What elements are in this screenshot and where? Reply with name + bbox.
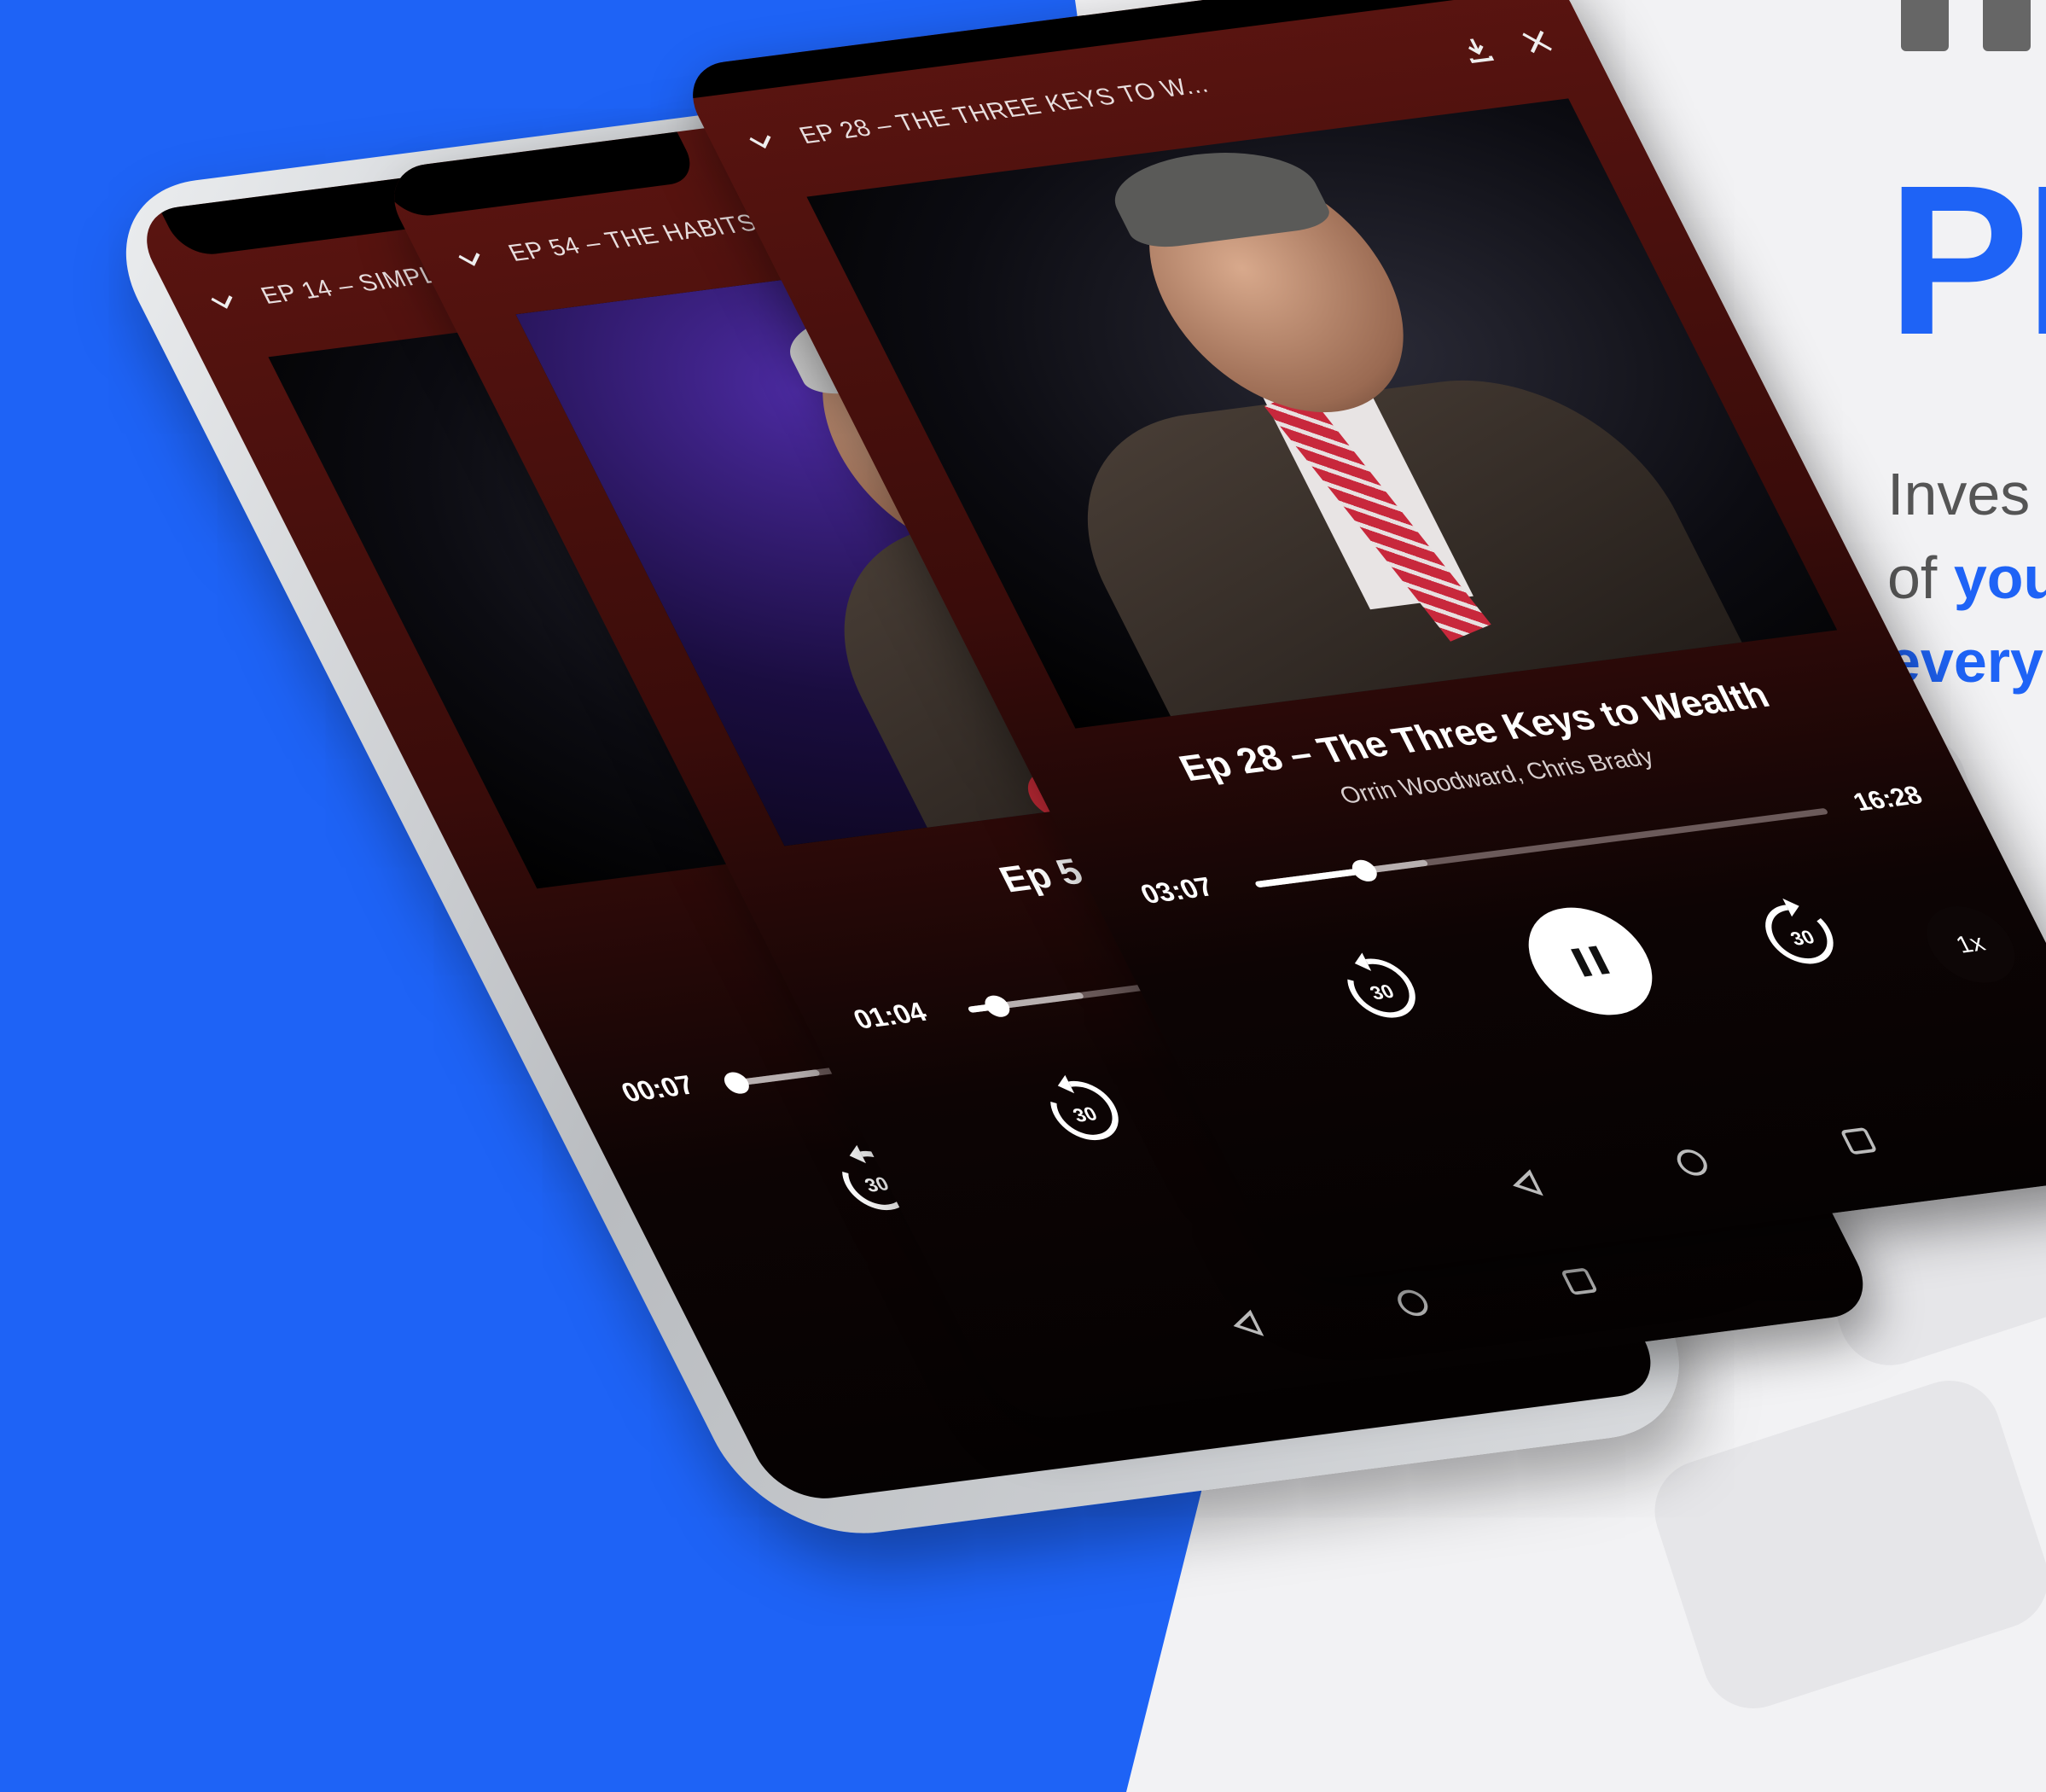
nav-home-icon[interactable] xyxy=(1669,1145,1716,1179)
progress-fill xyxy=(1254,867,1366,888)
seek-thumb[interactable] xyxy=(720,1070,753,1096)
episode-artwork xyxy=(806,98,1838,729)
chevron-down-icon[interactable] xyxy=(738,125,785,159)
chevron-down-icon[interactable] xyxy=(447,242,494,276)
forward-30-icon: 30 xyxy=(1765,898,1834,964)
pause-button[interactable] xyxy=(1508,900,1673,1022)
duration-time: 16:28 xyxy=(1848,780,1927,817)
progress-track[interactable] xyxy=(1254,807,1829,888)
svg-text:30: 30 xyxy=(1787,926,1818,949)
pause-icon xyxy=(1571,945,1610,977)
svg-text:30: 30 xyxy=(1069,1103,1101,1126)
chevron-down-icon[interactable] xyxy=(200,285,247,319)
elapsed-time: 01:04 xyxy=(848,997,933,1035)
replay-30-icon: 30 xyxy=(1050,1074,1119,1141)
replay-30-icon: 30 xyxy=(1347,952,1415,1018)
elapsed-time: 00:07 xyxy=(616,1070,700,1108)
replay-30-button[interactable]: 30 xyxy=(1019,1063,1148,1158)
svg-text:30: 30 xyxy=(1366,980,1398,1004)
seek-thumb[interactable] xyxy=(1347,858,1381,883)
download-icon[interactable] xyxy=(1450,30,1503,69)
nav-recents-icon[interactable] xyxy=(1835,1124,1882,1158)
nav-back-icon[interactable] xyxy=(1223,1307,1270,1341)
playback-speed-button[interactable]: 1x xyxy=(1911,901,2030,988)
elapsed-time: 03:07 xyxy=(1135,871,1219,911)
seek-thumb[interactable] xyxy=(980,994,1014,1019)
close-icon[interactable] xyxy=(1510,22,1564,61)
android-navbar xyxy=(1239,1072,2046,1253)
phones-scene: EP 14 – SIMPLI Ep 14 – Si Orrin Woodv 00… xyxy=(0,0,2046,1792)
forward-30-button[interactable]: 30 xyxy=(1736,887,1866,981)
replay-30-button[interactable]: 30 xyxy=(1316,941,1445,1036)
nav-back-icon[interactable] xyxy=(1502,1167,1549,1201)
